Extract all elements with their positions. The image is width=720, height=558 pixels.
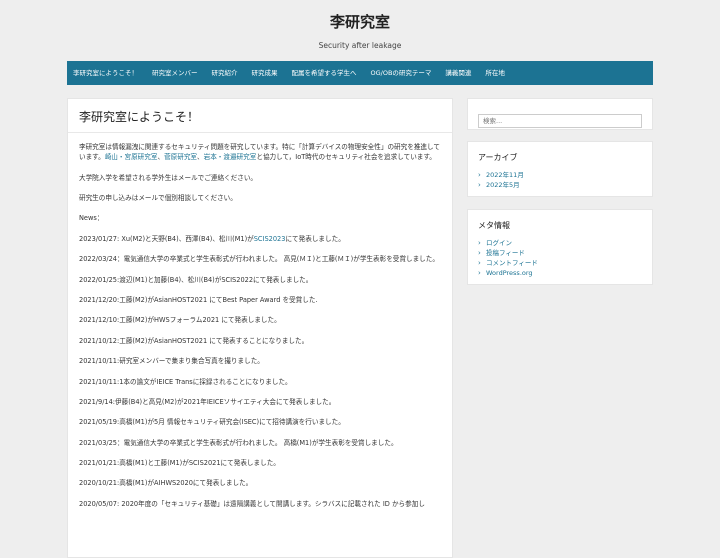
entries-feed-link[interactable]: 投稿フィード bbox=[486, 248, 525, 258]
main-content: 李研究室にようこそ！ 李研究室は情報漏洩に関連するセキュリティ問題を研究していま… bbox=[67, 98, 453, 558]
news-item: 2021/10/11:研究室メンバーで集まり集合写真を撮りました。 bbox=[79, 357, 264, 366]
news-item: 2022/03/24：電気通信大学の卒業式と学生表彰式が行われました。 高見(Ｍ… bbox=[79, 255, 439, 264]
nav-item-prospective-students[interactable]: 配属を希望する学生へ bbox=[292, 61, 357, 85]
news-heading: News： bbox=[79, 214, 104, 223]
news-item: 2021/12/10:工藤(M2)がHWSフォーラム2021 にて発表しました。 bbox=[79, 316, 281, 325]
archive-list: › 2022年11月 › 2022年5月 bbox=[478, 170, 642, 190]
news-item: 2021/9/14:伊藤(B4)と高見(M2)が2021年IEICEソサイエティ… bbox=[79, 397, 336, 406]
link-scis2023[interactable]: SCIS2023 bbox=[254, 235, 286, 243]
news-item: 2021/05/19:高橋(M1)が5月 情報セキュリティ研究会(ISEC)にて… bbox=[79, 418, 345, 427]
nav-item-results[interactable]: 研究成果 bbox=[252, 61, 278, 85]
chevron-right-icon: › bbox=[478, 249, 481, 257]
nav-item-members[interactable]: 研究室メンバー bbox=[152, 61, 198, 85]
list-item: › 2022年5月 bbox=[478, 180, 642, 190]
site-title[interactable]: 李研究室 bbox=[330, 13, 390, 31]
meta-widget: メタ情報 › ログイン › 投稿フィード › コメントフィード › WordPress.… bbox=[467, 209, 653, 285]
site-header: 李研究室 Security after leakage bbox=[0, 0, 720, 61]
news-item: 2023/01/27: Xu(M2)と天野(B4)、西澤(B4)、松川(M1)が… bbox=[79, 234, 441, 244]
chevron-right-icon: › bbox=[478, 269, 481, 277]
chevron-right-icon: › bbox=[478, 239, 481, 247]
archive-link-2022-11[interactable]: 2022年11月 bbox=[486, 170, 524, 180]
chevron-right-icon: › bbox=[478, 181, 481, 189]
nav-item-research[interactable]: 研究紹介 bbox=[212, 61, 238, 85]
login-link[interactable]: ログイン bbox=[486, 238, 512, 248]
link-sugawara-lab[interactable]: 菅原研究室 bbox=[164, 153, 197, 161]
research-student-note: 研究生の申し込みはメールで個別相談してください。 bbox=[79, 193, 237, 202]
search-input[interactable] bbox=[478, 114, 642, 128]
main-navigation: 李研究室にようこそ！ 研究室メンバー 研究紹介 研究成果 配属を希望する学生へ … bbox=[67, 61, 653, 85]
post-title: 李研究室にようこそ！ bbox=[68, 99, 452, 133]
meta-title: メタ情報 bbox=[478, 221, 510, 230]
news-item: 2020/10/21:高橋(M1)がAIHWS2020にて発表しました。 bbox=[79, 479, 253, 488]
news-item: 2020/05/07: 2020年度の「セキュリティ基礎」は遠隔講義として開講し… bbox=[79, 499, 425, 508]
news-item: 2021/12/20:工藤(M2)がAsianHOST2021 にてBest P… bbox=[79, 295, 318, 304]
news-text: 2023/01/27: Xu(M2)と天野(B4)、西澤(B4)、松川(M1)が bbox=[79, 234, 254, 243]
nav-item-alumni-topics[interactable]: OG/OBの研究テーマ bbox=[371, 61, 432, 85]
intro-paragraph: 李研究室は情報漏洩に関連するセキュリティ問題を研究しています。特に「計算デバイス… bbox=[79, 142, 441, 162]
chevron-right-icon: › bbox=[478, 259, 481, 267]
search-widget bbox=[467, 98, 653, 130]
link-iwamoto-watanabe-lab[interactable]: 岩本・渡邉研究室 bbox=[204, 153, 257, 161]
news-item: 2021/03/25：電気通信大学の卒業式と学生表彰式が行われました。 高橋(M… bbox=[79, 438, 398, 447]
news-item: 2022/01/25:渡辺(M1)と加藤(B4)、松川(B4)がSCIS2022… bbox=[79, 275, 313, 284]
archive-widget: アーカイブ › 2022年11月 › 2022年5月 bbox=[467, 141, 653, 197]
list-item: › ログイン bbox=[478, 238, 642, 248]
news-item: 2021/01/21:高橋(M1)と工藤(M1)がSCIS2021にて発表しまし… bbox=[79, 459, 280, 468]
news-text-end: にて発表しました。 bbox=[285, 234, 345, 243]
list-item: › 2022年11月 bbox=[478, 170, 642, 180]
intro-text-end: と協力して，IoT時代のセキュリティ社会を追求しています。 bbox=[256, 153, 436, 162]
list-item: › コメントフィード bbox=[478, 258, 642, 268]
meta-list: › ログイン › 投稿フィード › コメントフィード › WordPress.org bbox=[478, 238, 642, 278]
link-sakiyama-miyahara-lab[interactable]: 崎山・宮原研究室 bbox=[105, 153, 158, 161]
separator: 、 bbox=[197, 153, 204, 162]
admission-note: 大学院入学を希望される学外生はメールでご連絡ください。 bbox=[79, 173, 258, 182]
chevron-right-icon: › bbox=[478, 171, 481, 179]
post-body: 李研究室は情報漏洩に関連するセキュリティ問題を研究しています。特に「計算デバイス… bbox=[68, 133, 452, 509]
wordpress-org-link[interactable]: WordPress.org bbox=[486, 268, 533, 278]
list-item: › WordPress.org bbox=[478, 268, 642, 278]
nav-item-welcome[interactable]: 李研究室にようこそ！ bbox=[73, 61, 138, 85]
nav-item-lectures[interactable]: 講義関連 bbox=[445, 61, 471, 85]
nav-item-location[interactable]: 所在地 bbox=[485, 61, 505, 85]
comments-feed-link[interactable]: コメントフィード bbox=[486, 258, 538, 268]
archive-title: アーカイブ bbox=[478, 153, 518, 162]
news-item: 2021/10/12:工藤(M2)がAsianHOST2021 にて発表すること… bbox=[79, 336, 309, 345]
list-item: › 投稿フィード bbox=[478, 248, 642, 258]
archive-link-2022-05[interactable]: 2022年5月 bbox=[486, 180, 520, 190]
site-tagline: Security after leakage bbox=[318, 41, 402, 50]
news-item: 2021/10/11:1本の論文がIEICE Transに採録されることになりま… bbox=[79, 377, 292, 386]
